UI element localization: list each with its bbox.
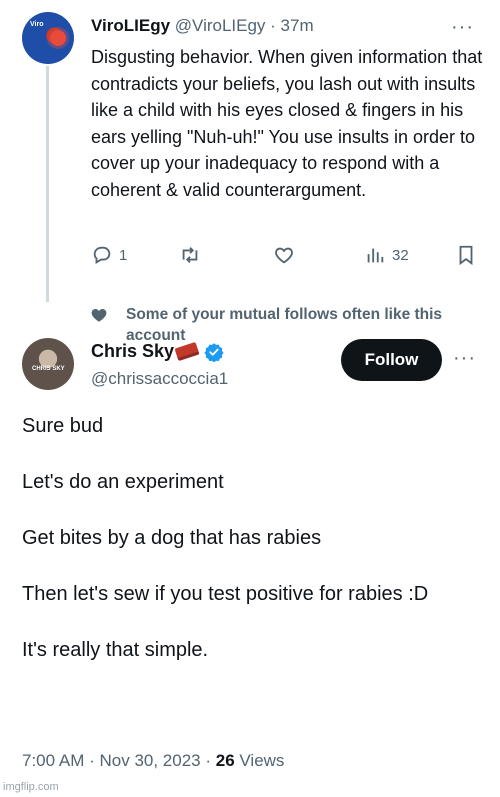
tweet-date[interactable]: Nov 30, 2023 [99,751,200,770]
tweet-text: Sure bud Let's do an experiment Get bite… [22,412,482,664]
bookmark-icon [459,245,473,266]
avatar[interactable]: CHRIS SKY [22,338,74,390]
separator: · [265,16,281,35]
thread-line [46,66,49,302]
views-count: 26 [215,751,235,770]
tweet-actions: 1 32 [91,244,481,270]
verified-badge-icon[interactable] [204,342,224,362]
heart-icon [91,309,107,322]
avatar-text: CHRIS SKY [32,366,65,372]
like-button[interactable] [273,244,295,266]
tweet-paragraph: It's really that simple. [22,639,209,661]
author-name-row: Chris Sky [91,341,224,362]
reply-count: 1 [119,246,128,264]
watermark: imgflip.com [3,781,59,793]
tweet-paragraph: Let's do an experiment [22,471,224,493]
tweet-paragraph: Sure bud [22,415,104,437]
tweet-text: Disgusting behavior. When given informat… [91,47,483,200]
bar-chart-icon [367,248,384,263]
bookmark-button[interactable] [455,244,477,266]
tweet-paragraph: Then let's sew if you test positive for … [22,583,429,605]
heart-icon [275,247,293,264]
views-count: 32 [392,246,409,264]
retweet-button[interactable] [179,244,201,266]
tweet-header: ViroLIEgy @ViroLIEgy · 37m [91,16,314,36]
virus-icon [50,30,66,46]
reply-button[interactable]: 1 [91,244,127,266]
handle[interactable]: @ViroLIEgy [175,16,266,35]
brick-icon [174,341,200,362]
handle[interactable]: @chrissaccoccia1 [91,369,228,389]
follow-button[interactable]: Follow [341,339,442,381]
time-ago[interactable]: 37m [281,16,314,35]
tweet-timestamp: 7:00 AM · Nov 30, 2023 · 26 Views [22,751,285,770]
display-name[interactable]: Chris Sky [91,341,174,362]
display-name[interactable]: ViroLIEgy [91,16,170,35]
avatar[interactable]: Viro [22,12,74,64]
tweet-paragraph: Get bites by a dog that has rabies [22,527,322,549]
reply-icon [93,246,111,264]
avatar-text: Viro [30,21,44,28]
more-options-icon[interactable]: ··· [451,16,474,39]
views-label: Views [239,751,285,770]
retweet-icon [182,247,198,263]
more-options-icon[interactable]: ··· [453,347,476,370]
views-button[interactable]: 32 [364,244,409,266]
tweet-time[interactable]: 7:00 AM [22,751,84,770]
